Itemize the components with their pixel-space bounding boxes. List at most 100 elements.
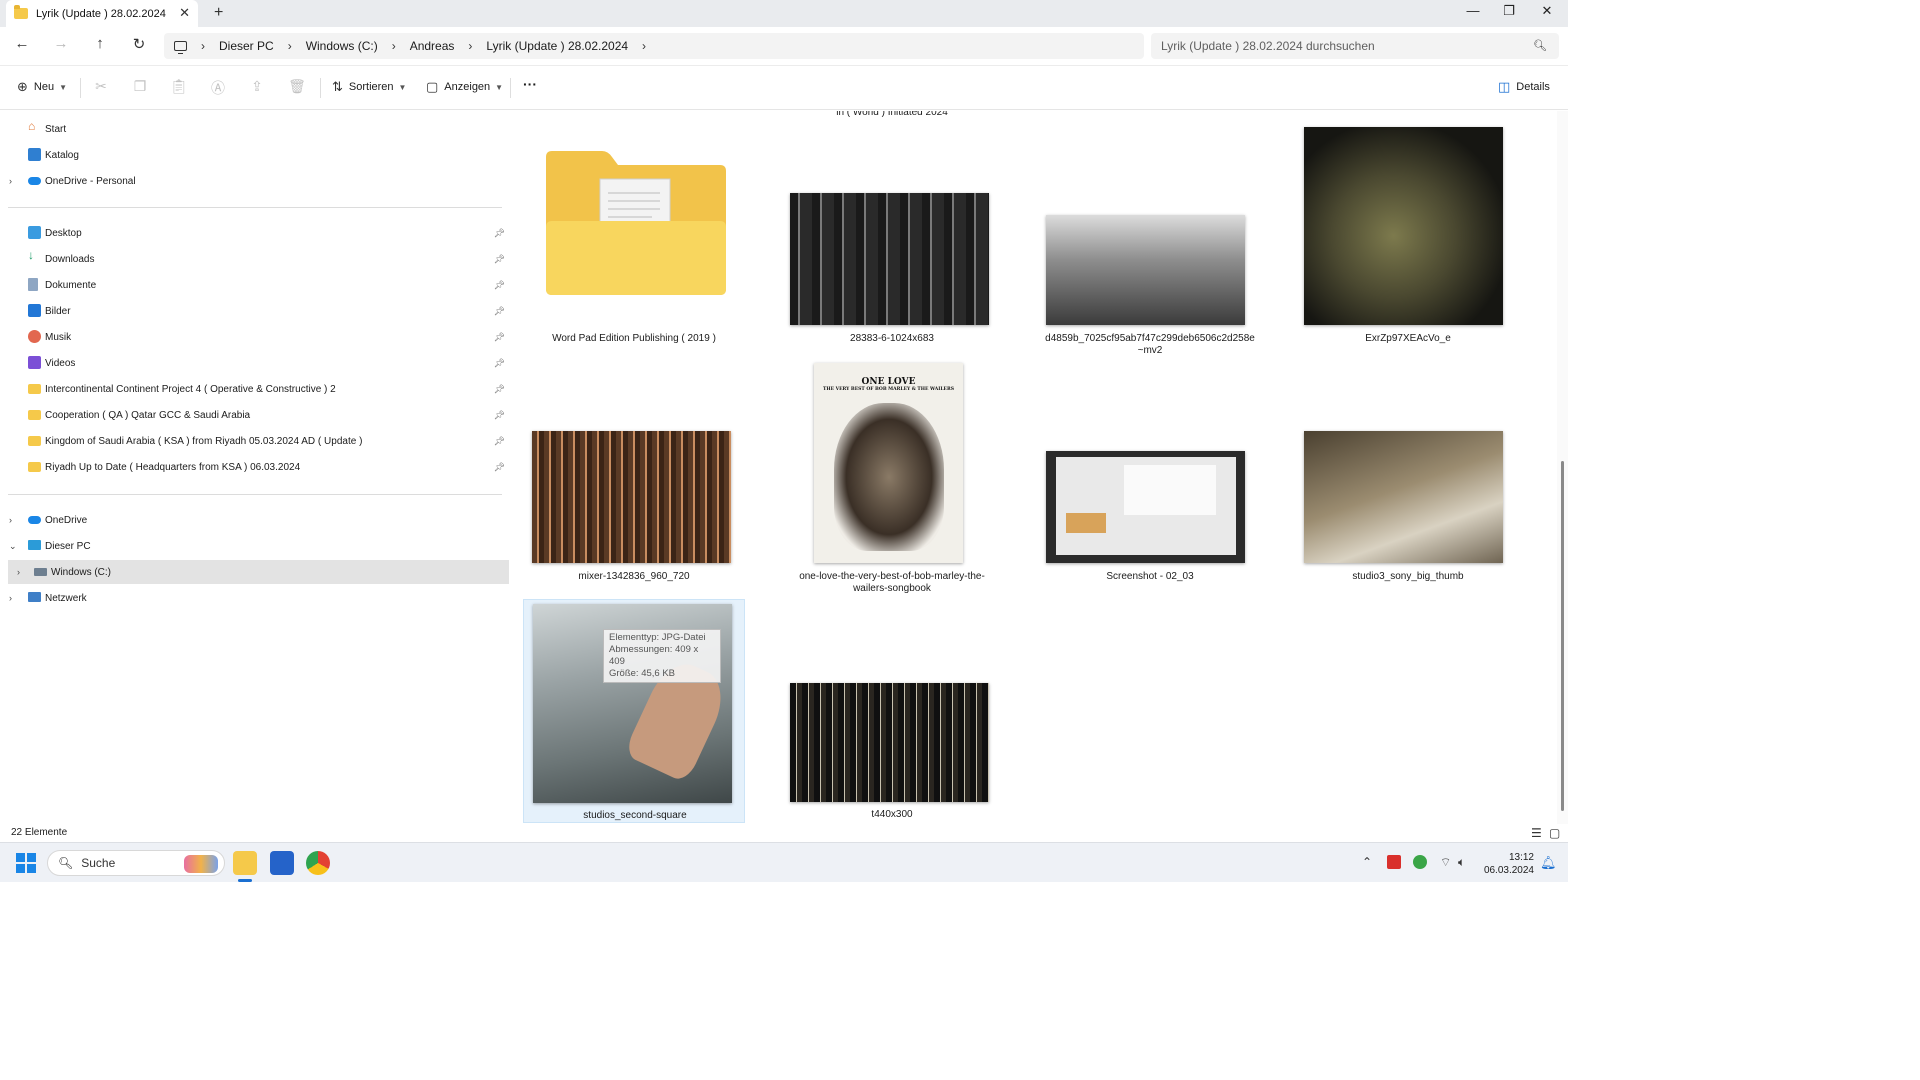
file-explorer-icon[interactable]	[233, 851, 257, 875]
sidebar-item-videos[interactable]: Videos 📌︎	[0, 351, 509, 375]
address-bar[interactable]: › Dieser PC › Windows (C:) › Andreas › L…	[164, 33, 1144, 59]
rename-icon[interactable]: Ⓐ	[209, 78, 227, 98]
pin-icon[interactable]: 📌︎	[494, 254, 505, 265]
taskbar-search[interactable]: 🔍︎ Suche	[47, 850, 225, 876]
notification-bell-icon[interactable]: 🔔︎	[1540, 855, 1557, 871]
file-item-image[interactable]: ExrZp97XEAcVo_e	[1302, 127, 1514, 347]
file-item-image[interactable]: d4859b_7025cf95ab7f47c299deb6506c2d258e~…	[1044, 127, 1256, 357]
sidebar-item-windows-c[interactable]: › Windows (C:)	[8, 560, 509, 584]
breadcrumb-separator[interactable]: ›	[642, 39, 646, 53]
vertical-scrollbar[interactable]	[1557, 111, 1568, 824]
chevron-right-icon[interactable]: ›	[9, 593, 12, 603]
tab-active[interactable]: Lyrik (Update ) 28.02.2024 ✕	[6, 0, 198, 27]
breadcrumb-separator[interactable]: ›	[392, 39, 396, 53]
paste-icon[interactable]: 📋︎	[170, 78, 188, 95]
new-tab-button[interactable]: +	[214, 4, 223, 22]
file-caption: ExrZp97XEAcVo_e	[1365, 333, 1451, 344]
chevron-right-icon[interactable]: ›	[17, 567, 20, 577]
file-caption: studio3_sony_big_thumb	[1352, 571, 1464, 582]
breadcrumb-separator[interactable]: ›	[288, 39, 292, 53]
sidebar-item-bilder[interactable]: Bilder 📌︎	[0, 299, 509, 323]
acrobat-icon[interactable]	[1387, 855, 1401, 869]
file-item-image[interactable]: Screenshot - 02_03	[1044, 363, 1256, 583]
pin-icon[interactable]: 📌︎	[494, 410, 505, 421]
breadcrumb-separator[interactable]: ›	[201, 39, 205, 53]
sidebar-item-desktop[interactable]: Desktop 📌︎	[0, 221, 509, 245]
sidebar-item-downloads[interactable]: ↓ Downloads 📌︎	[0, 247, 509, 271]
sidebar-item-folder[interactable]: Riyadh Up to Date ( Headquarters from KS…	[0, 455, 509, 479]
view-button[interactable]: ▢ Anzeigen ▼	[426, 79, 503, 95]
pin-icon[interactable]: 📌︎	[494, 462, 505, 473]
file-item-image[interactable]: 28383-6-1024x683	[786, 127, 998, 347]
breadcrumb-separator[interactable]: ›	[468, 39, 472, 53]
tiles-view-icon[interactable]: ▢	[1549, 826, 1560, 840]
pin-icon[interactable]: 📌︎	[494, 436, 505, 447]
drive-icon	[34, 568, 47, 576]
sidebar-item-dieser-pc[interactable]: ⌄ Dieser PC	[0, 534, 509, 558]
chevron-up-icon[interactable]: ⌃	[1362, 855, 1372, 869]
search-box[interactable]: 🔍︎	[1151, 33, 1559, 59]
breadcrumb-dieser-pc[interactable]: Dieser PC	[219, 39, 274, 53]
search-icon[interactable]: 🔍︎	[1533, 39, 1547, 52]
details-button[interactable]: ◫ Details	[1498, 79, 1550, 95]
chevron-right-icon[interactable]: ›	[9, 515, 12, 525]
forward-arrow-icon[interactable]: →	[50, 35, 72, 52]
windows-start-icon[interactable]	[16, 853, 36, 873]
breadcrumb-lyrik[interactable]: Lyrik (Update ) 28.02.2024	[486, 39, 628, 53]
clock[interactable]: 13:12 06.03.2024	[1482, 851, 1534, 877]
pin-icon[interactable]: 📌︎	[494, 358, 505, 369]
cut-icon[interactable]: ✂	[92, 78, 110, 95]
scrollbar-thumb[interactable]	[1561, 461, 1564, 811]
breadcrumb-andreas[interactable]: Andreas	[410, 39, 455, 53]
sidebar-item-onedrive-personal[interactable]: › OneDrive - Personal	[0, 169, 509, 193]
copy-icon[interactable]: ❐	[131, 78, 149, 95]
back-arrow-icon[interactable]: ←	[11, 35, 33, 52]
minimize-button[interactable]: —	[1458, 3, 1488, 18]
file-item-image[interactable]: studio3_sony_big_thumb	[1302, 363, 1514, 583]
sidebar-item-dokumente[interactable]: Dokumente 📌︎	[0, 273, 509, 297]
file-caption: t440x300	[871, 809, 913, 820]
wifi-icon[interactable]: ⌔	[1440, 855, 1451, 870]
delete-icon[interactable]: 🗑︎	[288, 78, 306, 95]
sidebar-item-musik[interactable]: Musik 📌︎	[0, 325, 509, 349]
file-item-image[interactable]: t440x300	[786, 599, 998, 823]
pin-icon[interactable]: 📌︎	[494, 384, 505, 395]
file-item-image[interactable]: ONE LOVE THE VERY BEST OF BOB MARLEY & T…	[786, 363, 998, 603]
sidebar-item-onedrive[interactable]: › OneDrive	[0, 508, 509, 532]
file-item-folder[interactable]: Word Pad Edition Publishing ( 2019 )	[528, 127, 740, 347]
chrome-icon[interactable]	[306, 851, 330, 875]
share-icon[interactable]: ⇪	[248, 78, 266, 95]
sort-button[interactable]: ⇅ Sortieren ▼	[332, 79, 406, 95]
maximize-button[interactable]: ❐	[1494, 3, 1524, 19]
chevron-down-icon[interactable]: ⌄	[9, 541, 17, 552]
new-button[interactable]: ⊕ Neu ▼	[17, 79, 67, 95]
store-icon[interactable]	[270, 851, 294, 875]
more-options-button[interactable]: ···	[523, 76, 537, 92]
close-button[interactable]: ✕	[1532, 3, 1562, 19]
chevron-right-icon[interactable]: ›	[9, 176, 12, 186]
search-input[interactable]	[1161, 39, 1531, 53]
status-bar: 22 Elemente ☰ ▢	[0, 824, 1568, 842]
sidebar-item-folder[interactable]: Kingdom of Saudi Arabia ( KSA ) from Riy…	[0, 429, 509, 453]
sidebar-item-netzwerk[interactable]: › Netzwerk	[0, 586, 509, 610]
file-item-image[interactable]: mixer-1342836_960_720	[528, 363, 740, 583]
videos-icon	[28, 356, 41, 369]
sidebar-item-start[interactable]: ⌂ Start	[0, 117, 509, 141]
sidebar-item-folder[interactable]: Intercontinental Continent Project 4 ( O…	[0, 377, 509, 401]
up-arrow-icon[interactable]: ↑	[89, 35, 111, 52]
pin-icon[interactable]: 📌︎	[494, 228, 505, 239]
breadcrumb-windows-c[interactable]: Windows (C:)	[306, 39, 378, 53]
pin-icon[interactable]: 📌︎	[494, 280, 505, 291]
tab-close-button[interactable]: ✕	[179, 5, 190, 21]
security-icon[interactable]	[1413, 855, 1427, 869]
sidebar-item-katalog[interactable]: Katalog	[0, 143, 509, 167]
image-thumbnail	[1304, 127, 1503, 325]
volume-icon[interactable]: 🔈︎	[1458, 855, 1465, 870]
refresh-icon[interactable]: ↻	[128, 35, 150, 53]
details-view-icon[interactable]: ☰	[1531, 826, 1542, 840]
sidebar-item-folder[interactable]: Cooperation ( QA ) Qatar GCC & Saudi Ara…	[0, 403, 509, 427]
folder-icon	[28, 410, 41, 420]
pin-icon[interactable]: 📌︎	[494, 306, 505, 317]
pin-icon[interactable]: 📌︎	[494, 332, 505, 343]
network-icon	[28, 592, 41, 602]
